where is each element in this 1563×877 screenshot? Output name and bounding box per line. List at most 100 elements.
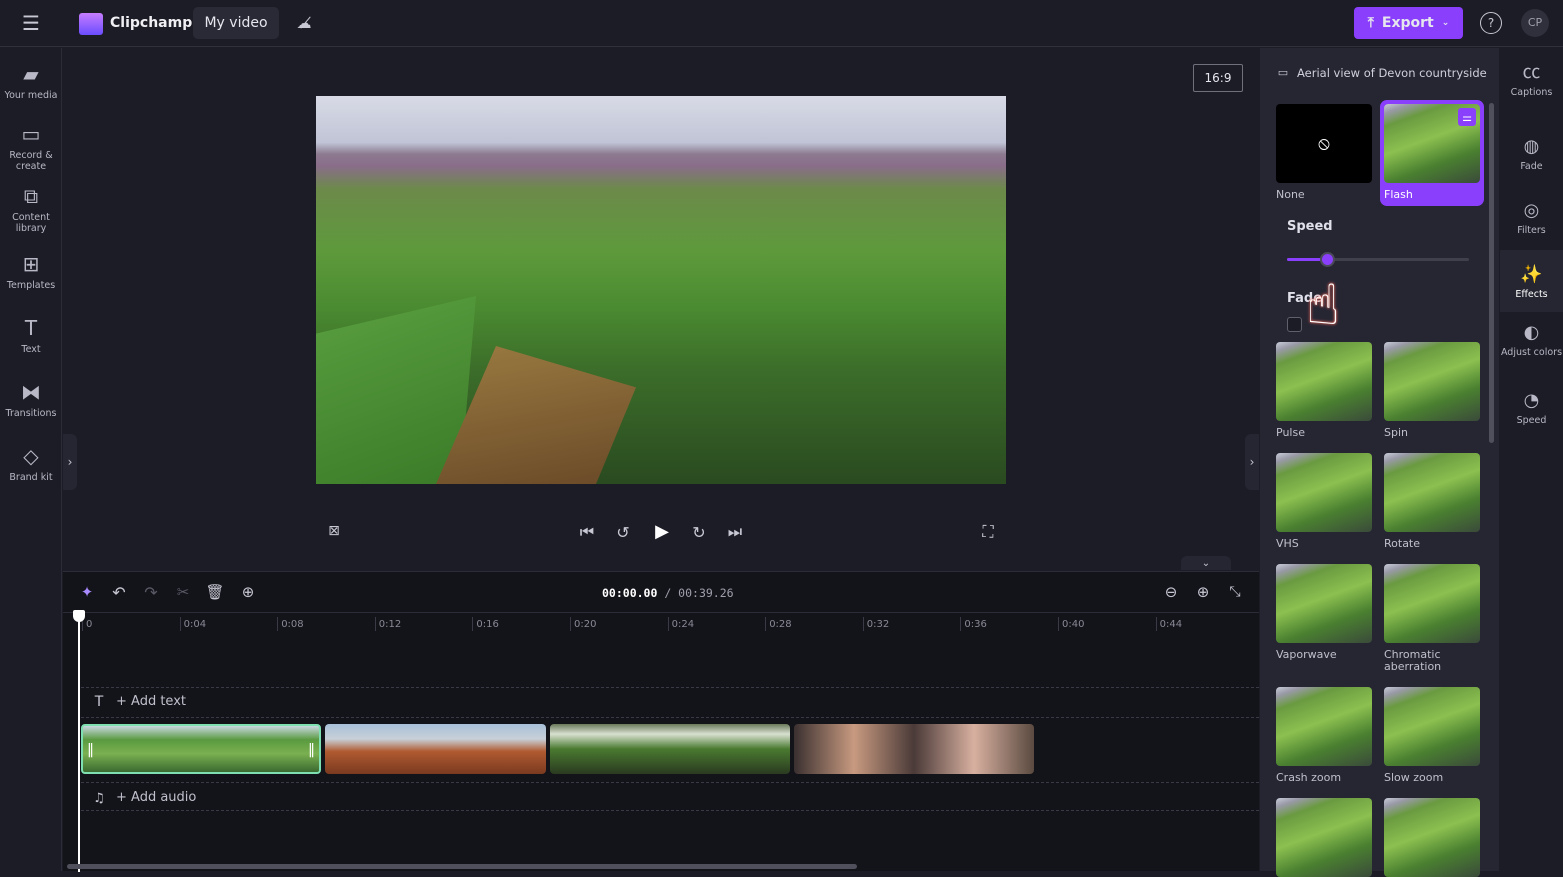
play-icon[interactable]: ▶ (651, 520, 673, 542)
rail-item-speed[interactable]: ◔ Speed (1500, 390, 1563, 426)
right-rail: ㏄ Captions ◍ Fade ◎ Filters ✨ Effects ◐ Adjust co… (1500, 48, 1563, 871)
add-text-button[interactable]: + Add text (116, 694, 186, 709)
effect-chromatic-aberration[interactable] (1384, 564, 1480, 643)
effect-label: VHS (1276, 537, 1299, 550)
skip-back-icon[interactable]: ⏮ (577, 522, 597, 542)
effect-pulse[interactable] (1276, 342, 1372, 421)
add-to-timeline-icon[interactable]: ⊕ (238, 582, 258, 602)
fade-checkbox[interactable] (1287, 317, 1302, 332)
video-clip-selected[interactable]: ‖ ‖ (81, 724, 321, 774)
playhead-handle[interactable] (73, 610, 85, 622)
trim-handle-left[interactable]: ‖ (87, 742, 94, 758)
video-clip[interactable] (325, 724, 546, 774)
speed-slider-thumb[interactable] (1320, 252, 1336, 267)
tick-mark (1155, 617, 1157, 631)
project-title[interactable]: My video (193, 7, 279, 39)
export-button[interactable]: ⤒ Export ⌄ (1354, 7, 1463, 39)
rail-item-effects[interactable]: ✨ Effects (1500, 250, 1563, 312)
expand-left-panel[interactable]: › (63, 434, 77, 490)
effect-flash[interactable]: ⚌ (1380, 100, 1484, 187)
add-audio-button[interactable]: + Add audio (116, 790, 196, 805)
effect-vaporwave[interactable] (1276, 564, 1372, 643)
redo-icon[interactable]: ↷ (141, 582, 161, 602)
effect-none[interactable]: ⦸ (1276, 104, 1372, 183)
trim-handle-right[interactable]: ‖ (308, 742, 315, 758)
effect-crash-zoom[interactable] (1276, 687, 1372, 766)
total-time: / 00:39.26 (664, 586, 734, 600)
tick-label: 0:24 (671, 619, 695, 630)
sidebar-item-templates[interactable]: ⊞ Templates (0, 252, 62, 291)
sidebar-item-label: Text (21, 344, 41, 355)
effect-label: Vaporwave (1276, 648, 1337, 661)
content-library-icon: ⧉ (23, 184, 39, 208)
effect-label: Rotate (1384, 537, 1421, 550)
effect-rotate[interactable] (1384, 453, 1480, 532)
sidebar-item-transitions[interactable]: ⧓ Transitions (0, 380, 62, 419)
settings-sliders-icon[interactable]: ⚌ (1458, 108, 1476, 126)
captions-off-icon[interactable]: ⊠ (325, 522, 343, 540)
effect-label: Spin (1384, 426, 1408, 439)
tick-mark (277, 617, 279, 631)
zoom-out-icon[interactable]: ⊖ (1161, 582, 1181, 602)
effect-label: Slow zoom (1384, 771, 1444, 784)
speed-slider[interactable] (1287, 252, 1469, 267)
effect-slow-zoom[interactable] (1384, 687, 1480, 766)
delete-icon[interactable]: 🗑 (205, 582, 225, 602)
sidebar-item-content-library[interactable]: ⧉ Content library (0, 184, 62, 234)
help-icon[interactable]: ? (1480, 12, 1502, 34)
chevron-down-icon: ⌄ (1441, 18, 1450, 28)
clip-title: Aerial view of Devon countryside (1297, 66, 1487, 80)
fullscreen-icon[interactable]: ⛶ (978, 522, 998, 542)
cloud-off-icon[interactable]: ☁̸ (292, 12, 316, 34)
sidebar-item-label: Record & create (9, 150, 53, 172)
timeline: ✦ ↶ ↷ ✂ 🗑 ⊕ 00:00.00 / 00:39.26 ⊖ ⊕ ⤡ 0 0… (63, 571, 1259, 872)
avatar[interactable]: CP (1521, 9, 1549, 37)
sidebar-item-brand-kit[interactable]: ◇ Brand kit (0, 444, 62, 483)
rail-item-label: Speed (1516, 415, 1547, 426)
tick-mark (570, 617, 571, 631)
zoom-in-icon[interactable]: ⊕ (1193, 582, 1213, 602)
tick-mark (472, 617, 474, 631)
sidebar-item-label: Your media (4, 90, 58, 101)
tick-label: 0:36 (964, 619, 987, 630)
tick-label: 0:04 (183, 619, 207, 630)
adjust-colors-icon: ◐ (1523, 322, 1540, 343)
speed-label: Speed (1287, 219, 1333, 234)
rail-item-label: Adjust colors (1500, 347, 1563, 358)
rewind-5-icon[interactable]: ↺ (613, 522, 633, 542)
tick-label: 0:12 (378, 619, 402, 630)
sidebar-item-text[interactable]: T Text (0, 316, 62, 355)
rail-item-adjust-colors[interactable]: ◐ Adjust colors (1500, 322, 1563, 358)
collapse-timeline-button[interactable]: ⌄ (1181, 556, 1231, 570)
effect-thumbnail[interactable] (1276, 798, 1372, 877)
skip-forward-icon[interactable]: ⏭ (725, 522, 745, 542)
rail-item-filters[interactable]: ◎ Filters (1500, 200, 1563, 236)
top-bar: ☰ Clipchamp My video ☁̸ ⤒ Export ⌄ ? CP (0, 0, 1563, 47)
expand-right-panel[interactable]: › (1245, 434, 1259, 490)
menu-icon[interactable]: ☰ (18, 11, 44, 35)
effect-label: Chromatic aberration (1384, 648, 1442, 673)
video-clip[interactable] (550, 724, 790, 774)
sidebar-item-record-create[interactable]: ▭ Record & create (0, 122, 62, 172)
aspect-ratio-button[interactable]: 16:9 (1193, 64, 1243, 92)
rail-item-captions[interactable]: ㏄ Captions (1500, 62, 1563, 98)
effect-thumbnail[interactable] (1384, 798, 1480, 877)
fit-timeline-icon[interactable]: ⤡ (1225, 582, 1245, 602)
forward-5-icon[interactable]: ↻ (689, 522, 709, 542)
split-icon[interactable]: ✂ (173, 582, 193, 602)
tick-label: 0:40 (1062, 619, 1085, 630)
effect-vhs[interactable] (1276, 453, 1372, 532)
undo-icon[interactable]: ↶ (109, 582, 129, 602)
left-sidebar: ▰ Your media ▭ Record & create ⧉ Content libr… (0, 48, 62, 871)
speed-icon: ◔ (1523, 390, 1540, 411)
filters-icon: ◎ (1523, 200, 1540, 221)
horizontal-scrollbar[interactable] (67, 864, 857, 869)
sidebar-item-your-media[interactable]: ▰ Your media (0, 62, 62, 101)
rail-item-fade[interactable]: ◍ Fade (1500, 136, 1563, 172)
ai-sparkle-icon[interactable]: ✦ (77, 582, 97, 602)
effect-spin[interactable] (1384, 342, 1480, 421)
panel-scrollbar[interactable] (1489, 103, 1494, 443)
video-clip[interactable] (794, 724, 1034, 774)
playhead[interactable] (78, 612, 80, 872)
camera-icon: ▭ (21, 122, 41, 146)
